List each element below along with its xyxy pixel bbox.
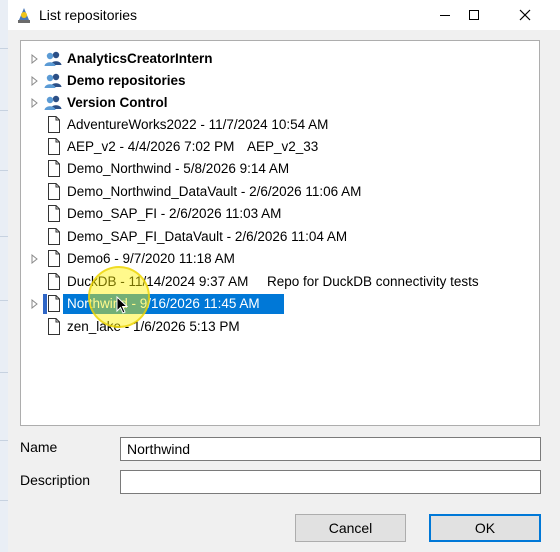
document-icon (48, 160, 60, 177)
description-label: Description (20, 472, 91, 488)
document-icon (48, 250, 60, 267)
tree-item-label: Demo_Northwind_DataVault - 2/6/2026 11:0… (67, 184, 362, 199)
tree-item-label: Northwind - 9/16/2026 11:45 AM (67, 296, 260, 311)
name-label: Name (20, 439, 58, 455)
background-window-edge (0, 0, 8, 552)
tree-item-demo-northwind[interactable]: Demo_Northwind - 5/8/2026 9:14 AM (21, 158, 539, 180)
tree-item-label: Demo_SAP_FI_DataVault - 2/6/2026 11:04 A… (67, 229, 348, 244)
expand-arrow-icon[interactable] (31, 299, 39, 309)
users-icon (44, 95, 62, 110)
tree-item-label: Demo6 - 9/7/2020 11:18 AM (67, 251, 235, 266)
tree-group-analyticscreatorintern[interactable]: AnalyticsCreatorIntern (21, 48, 539, 70)
document-icon (48, 116, 60, 133)
cancel-button[interactable]: Cancel (295, 514, 406, 542)
document-icon (48, 318, 60, 335)
tree-group-demo-repositories[interactable]: Demo repositories (21, 70, 539, 92)
tree-group-version-control[interactable]: Version Control (21, 92, 539, 114)
document-icon (48, 295, 60, 312)
expand-arrow-icon[interactable] (31, 54, 39, 64)
name-input[interactable] (120, 437, 541, 461)
maximize-icon (469, 10, 479, 20)
document-icon (48, 138, 60, 155)
tree-item-description: Repo for DuckDB connectivity tests (267, 274, 479, 289)
expand-arrow-icon[interactable] (31, 98, 39, 108)
window-title: List repositories (39, 7, 138, 23)
tree-group-label: Demo repositories (67, 73, 186, 88)
tree-group-label: Version Control (67, 95, 168, 110)
description-input[interactable] (120, 470, 541, 494)
expand-arrow-icon[interactable] (31, 76, 39, 86)
minimize-icon (440, 15, 450, 16)
tree-item-demo-sap-fi-datavault[interactable]: Demo_SAP_FI_DataVault - 2/6/2026 11:04 A… (21, 226, 539, 248)
ok-button[interactable]: OK (429, 514, 541, 542)
document-icon (48, 273, 60, 290)
close-button[interactable] (502, 0, 548, 30)
users-icon (44, 73, 62, 88)
tree-item-demo-sap-fi[interactable]: Demo_SAP_FI - 2/6/2026 11:03 AM (21, 203, 539, 225)
users-icon (44, 51, 62, 66)
tree-item-label: zen_lake - 1/6/2026 5:13 PM (67, 319, 240, 334)
app-icon (18, 8, 30, 23)
tree-item-northwind[interactable]: Northwind - 9/16/2026 11:45 AM (21, 293, 539, 315)
tree-item-aep-v2[interactable]: AEP_v2 - 4/4/2026 7:02 PM AEP_v2_33 (21, 136, 539, 158)
tree-item-label: Demo_Northwind - 5/8/2026 9:14 AM (67, 161, 290, 176)
tree-item-demo-northwind-datavault[interactable]: Demo_Northwind_DataVault - 2/6/2026 11:0… (21, 181, 539, 203)
tree-item-description: AEP_v2_33 (247, 139, 319, 154)
repository-tree[interactable]: AnalyticsCreatorIntern Demo repositories… (20, 40, 540, 426)
tree-item-label: DuckDB - 11/14/2024 9:37 AM (67, 274, 249, 289)
tree-item-label: Demo_SAP_FI - 2/6/2026 11:03 AM (67, 206, 282, 221)
tree-item-label: AdventureWorks2022 - 11/7/2024 10:54 AM (67, 117, 329, 132)
expand-arrow-icon[interactable] (31, 254, 39, 264)
tree-item-zen-lake[interactable]: zen_lake - 1/6/2026 5:13 PM (21, 316, 539, 338)
document-icon (48, 183, 60, 200)
tree-item-demo6[interactable]: Demo6 - 9/7/2020 11:18 AM (21, 248, 539, 270)
document-icon (48, 205, 60, 222)
tree-item-duckdb[interactable]: DuckDB - 11/14/2024 9:37 AM Repo for Duc… (21, 271, 539, 293)
title-bar[interactable]: List repositories (8, 0, 560, 30)
maximize-button[interactable] (451, 0, 497, 30)
document-icon (48, 228, 60, 245)
close-icon (519, 9, 531, 21)
tree-item-adventureworks2022[interactable]: AdventureWorks2022 - 11/7/2024 10:54 AM (21, 114, 539, 136)
tree-group-label: AnalyticsCreatorIntern (67, 51, 213, 66)
tree-item-label: AEP_v2 - 4/4/2026 7:02 PM (67, 139, 235, 154)
list-repositories-dialog: List repositories AnalyticsCreatorIntern… (8, 0, 560, 552)
